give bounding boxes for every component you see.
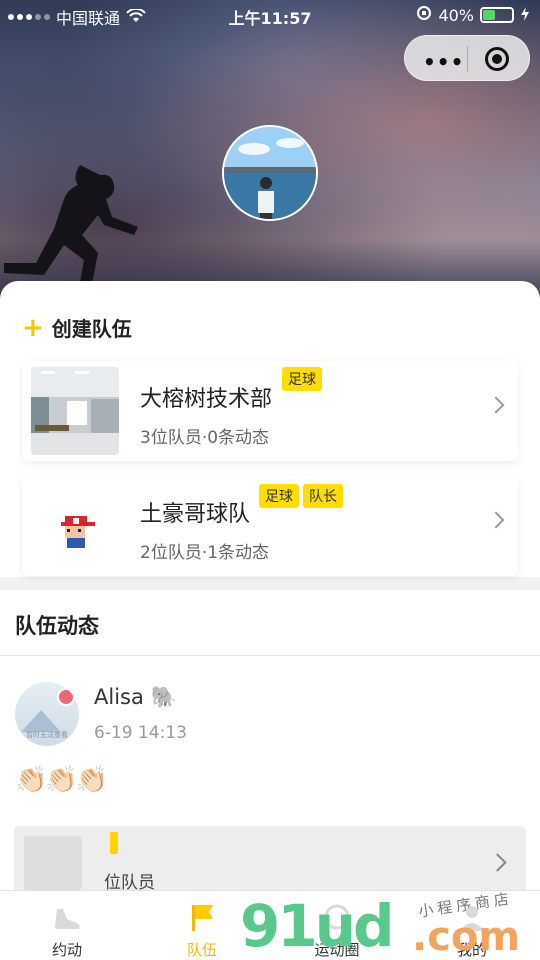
team-meta: 3位队员·0条动态 [140,428,270,448]
team-card[interactable]: 土豪哥球队 足球 队长 2位队员·1条动态 [22,476,518,576]
tag-badge: 足球 [259,484,299,508]
chevron-right-icon [487,396,505,414]
post-time: 6-19 14:13 [94,723,187,743]
tab-label: 队伍 [186,941,217,959]
shared-team-card[interactable]: 位队员 [14,826,526,893]
target-circle-icon[interactable] [485,47,509,71]
watermark-logo: 91ud 小程序商店 .com [240,889,540,960]
post-content: 👏🏻👏🏻👏🏻 [15,765,108,795]
orientation-lock-icon [416,5,432,25]
plus-icon: + [22,312,44,343]
post-username[interactable]: Alisa 🐘 [94,685,177,710]
team-meta: 2位队员·1条动态 [140,543,270,563]
tab-yuedong[interactable]: 约动 [17,891,117,960]
chevron-right-icon [487,511,505,529]
create-team-label: 创建队伍 [51,317,132,341]
tab-label: 约动 [51,941,82,959]
team-name: 土豪哥球队 [140,502,251,527]
badge-icon [57,688,75,706]
tab-teams[interactable]: 队伍 [152,891,252,960]
charging-icon [520,6,530,25]
chevron-right-icon [488,853,507,872]
divider [0,655,540,656]
captain-badge: 队长 [303,484,343,508]
sneaker-icon [55,909,80,929]
teams-panel: + 创建队伍 大榕树技术部 足球 3位队员·0条动态 土豪哥球队 足球 队长 2… [0,281,540,577]
team-feed: 队伍动态 暂时无法查看 Alisa 🐘 6-19 14:13 👏🏻👏🏻👏🏻 位队… [0,590,540,893]
create-team-button[interactable]: + 创建队伍 [22,313,132,342]
shared-thumbnail [24,836,82,890]
flag-marker-icon [110,832,118,854]
team-name: 大榕树技术部 [140,387,273,412]
battery-icon [480,7,514,23]
status-bar: 中国联通 上午11:57 40% [0,0,540,30]
more-dots-icon[interactable]: ••• [423,50,464,74]
user-avatar[interactable] [222,125,318,221]
battery-percent: 40% [438,5,474,25]
watermark-brand: 91ud [240,892,395,960]
watermark-domain: .com [412,914,521,960]
team-photo [31,482,119,570]
post-avatar[interactable]: 暂时无法查看 [15,682,79,746]
team-tags: 足球 [282,367,322,391]
team-photo [31,367,119,455]
flag-icon [192,905,213,931]
team-tags: 足球 队长 [259,484,343,508]
runner-silhouette [4,165,138,300]
section-title: 队伍动态 [15,614,99,638]
team-card[interactable]: 大榕树技术部 足球 3位队员·0条动态 [22,361,518,461]
mini-program-capsule[interactable]: ••• [404,35,530,81]
avatar-caption: 暂时无法查看 [26,731,68,739]
capsule-divider [467,46,468,72]
tag-badge: 足球 [282,367,322,391]
header-banner: 中国联通 上午11:57 40% ••• [0,0,540,300]
